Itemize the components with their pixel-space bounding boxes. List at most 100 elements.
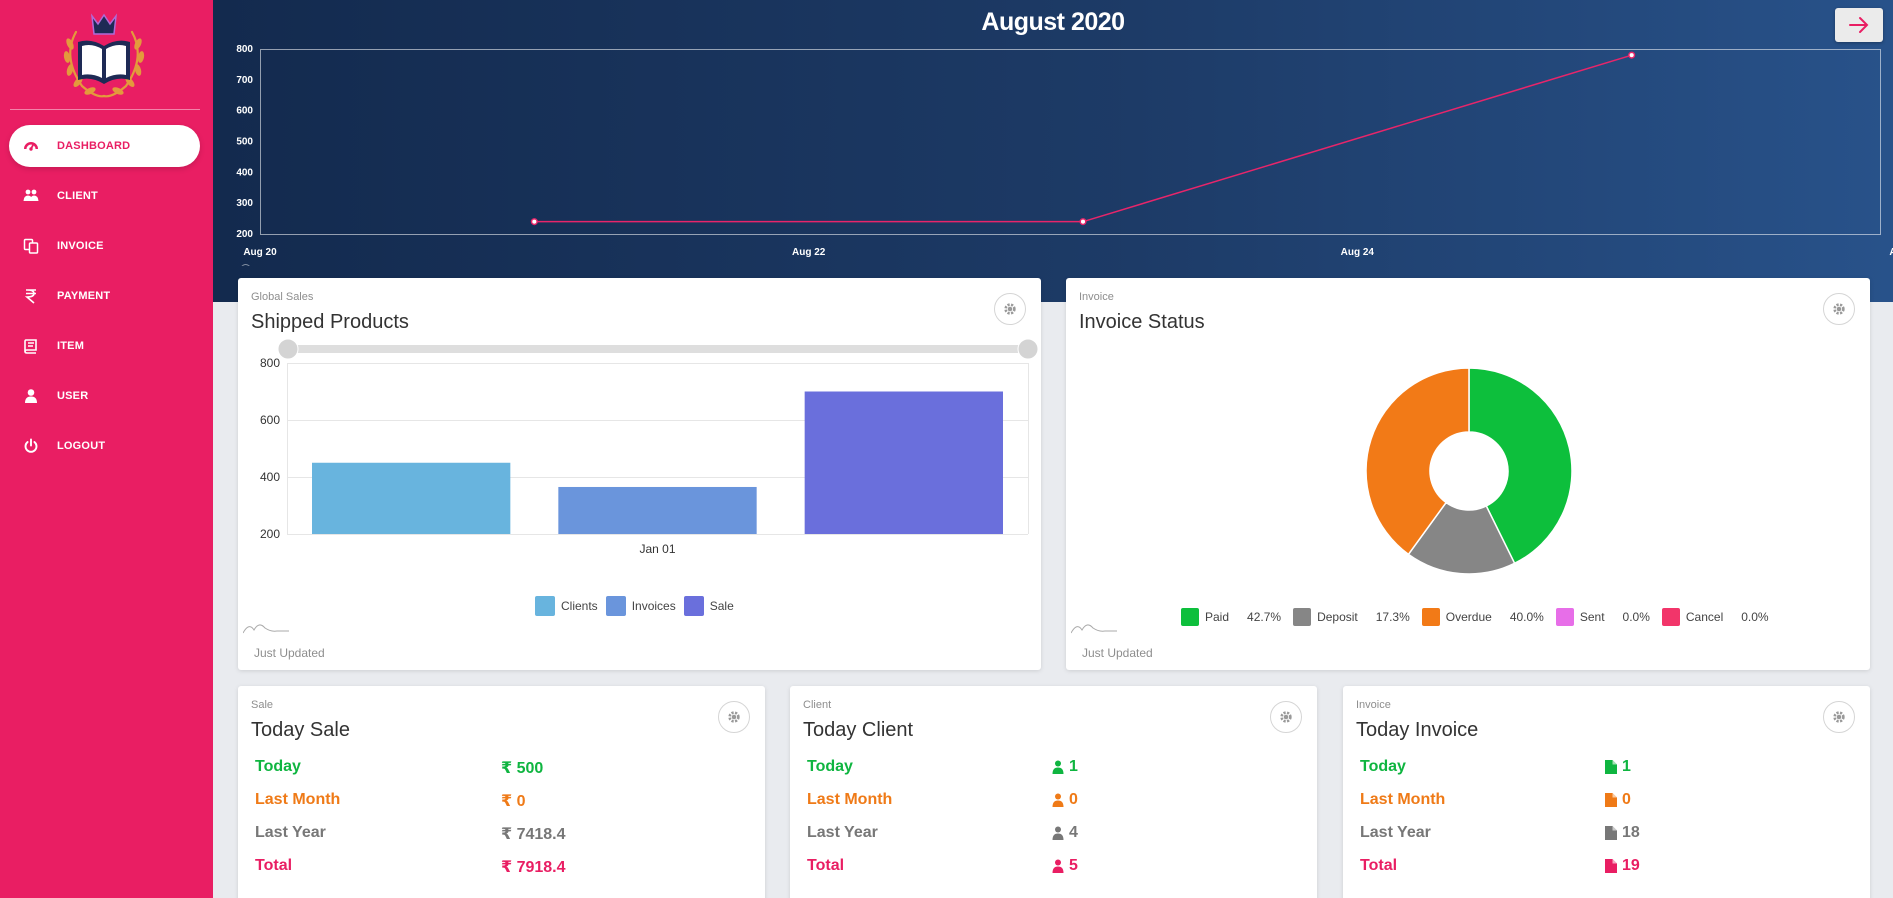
legend-item[interactable]: Sale bbox=[683, 596, 734, 616]
legend-percent: 0.0% bbox=[1622, 610, 1650, 624]
stat-value-text: 0 bbox=[1069, 791, 1078, 808]
x-tick-label: Aug 24 bbox=[1341, 247, 1375, 258]
legend-item[interactable]: Cancel 0.0% bbox=[1661, 608, 1769, 626]
stat-label: Last Year bbox=[1360, 824, 1431, 841]
stat-value: ₹ 0 bbox=[501, 791, 525, 811]
legend-item[interactable]: Deposit 17.3% bbox=[1293, 608, 1410, 626]
stat-value-text: ₹ 500 bbox=[501, 760, 544, 777]
stat-label: Total bbox=[807, 857, 845, 874]
legend-swatch bbox=[1555, 608, 1574, 626]
stat-value: 0 bbox=[1052, 791, 1078, 809]
stat-value: 1 bbox=[1605, 758, 1631, 776]
stat-row: Last Year 4 bbox=[790, 824, 1317, 854]
legend-item[interactable]: Clients bbox=[535, 596, 598, 616]
stat-row: Today 1 bbox=[790, 758, 1317, 788]
gear-icon bbox=[1280, 711, 1292, 723]
legend-percent: 40.0% bbox=[1509, 610, 1544, 624]
book-icon bbox=[21, 338, 41, 354]
rupee-icon bbox=[21, 288, 41, 304]
settings-button[interactable] bbox=[1823, 293, 1855, 325]
stat-value-text: ₹ 7418.4 bbox=[501, 826, 566, 843]
sidebar-item-label: CLIENT bbox=[57, 190, 98, 202]
stat-label: Today bbox=[255, 758, 301, 775]
sidebar-item-label: USER bbox=[57, 390, 89, 402]
stat-row: Last Month 0 bbox=[790, 791, 1317, 821]
user-icon bbox=[1052, 760, 1064, 774]
y-tick-label: 600 bbox=[236, 106, 253, 117]
y-tick-label: 600 bbox=[260, 413, 280, 427]
stat-row: Last Month 0 bbox=[1343, 791, 1870, 821]
legend-swatch bbox=[535, 596, 555, 616]
stat-row: Last Month ₹ 0 bbox=[238, 791, 765, 821]
sidebar-item-user[interactable]: USER bbox=[9, 375, 200, 417]
stat-value-text: 1 bbox=[1069, 758, 1078, 775]
card-category: Sale bbox=[251, 699, 274, 711]
y-tick-label: 400 bbox=[236, 167, 253, 178]
file-icon bbox=[1605, 859, 1617, 873]
app-logo[interactable] bbox=[56, 12, 152, 102]
sidebar-item-invoice[interactable]: INVOICE bbox=[9, 225, 200, 267]
legend-item[interactable]: Overdue 40.0% bbox=[1421, 608, 1544, 626]
legend-item[interactable]: Sent 0.0% bbox=[1555, 608, 1650, 626]
stat-value-text: ₹ 7918.4 bbox=[501, 859, 566, 876]
bar-chart: 200 400 600 800 Jan 01 bbox=[260, 338, 1039, 556]
range-slider-track bbox=[288, 345, 1028, 353]
gear-icon bbox=[1833, 303, 1845, 315]
legend-percent: 0.0% bbox=[1741, 610, 1769, 624]
card-footer: Just Updated bbox=[254, 646, 325, 660]
legend-item[interactable]: Paid 42.7% bbox=[1181, 608, 1281, 626]
stat-row: Last Year ₹ 7418.4 bbox=[238, 824, 765, 854]
legend-label: Cancel bbox=[1685, 610, 1724, 624]
users-icon bbox=[21, 188, 41, 204]
stat-label: Last Month bbox=[807, 791, 893, 808]
header-panel: August 2020 200 300 400 500 600 700 800 Aug 20 A… bbox=[213, 0, 1893, 302]
chart-area-icon bbox=[241, 264, 250, 266]
legend-swatch bbox=[1181, 608, 1199, 626]
chart-area-icon bbox=[243, 624, 289, 634]
card-category: Invoice bbox=[1356, 699, 1391, 711]
stat-value: 5 bbox=[1052, 857, 1078, 875]
sidebar-item-logout[interactable]: LOGOUT bbox=[9, 425, 200, 467]
range-slider-handle-left bbox=[277, 338, 299, 360]
tachometer-icon bbox=[21, 138, 41, 154]
card-title: Invoice Status bbox=[1079, 311, 1205, 333]
settings-button[interactable] bbox=[1270, 701, 1302, 733]
y-tick-label: 200 bbox=[260, 527, 280, 541]
stat-value: 0 bbox=[1605, 791, 1631, 809]
sidebar-item-client[interactable]: CLIENT bbox=[9, 175, 200, 217]
card-title: Shipped Products bbox=[251, 311, 409, 333]
stat-row: Total ₹ 7918.4 bbox=[238, 857, 765, 887]
y-tick-label: 300 bbox=[236, 198, 253, 209]
stat-label: Last Month bbox=[1360, 791, 1446, 808]
stat-row: Total 5 bbox=[790, 857, 1317, 887]
legend-swatch bbox=[605, 596, 626, 616]
y-tick-label: 700 bbox=[236, 75, 253, 86]
stat-label: Total bbox=[255, 857, 293, 874]
user-icon bbox=[21, 388, 41, 404]
x-tick-label: Jan 01 bbox=[639, 542, 675, 556]
stat-value-text: 5 bbox=[1069, 857, 1078, 874]
settings-button[interactable] bbox=[718, 701, 750, 733]
sidebar-item-dashboard[interactable]: DASHBOARD bbox=[9, 125, 200, 167]
settings-button[interactable] bbox=[994, 293, 1026, 325]
sidebar-item-payment[interactable]: PAYMENT bbox=[9, 275, 200, 317]
legend-label: Overdue bbox=[1445, 610, 1492, 624]
sidebar-item-label: INVOICE bbox=[57, 240, 104, 252]
sidebar-item-item[interactable]: ITEM bbox=[9, 325, 200, 367]
stat-row: Total 19 bbox=[1343, 857, 1870, 887]
logo-divider bbox=[10, 109, 200, 110]
stat-value: 4 bbox=[1052, 824, 1078, 842]
pie-chart-legend: Paid 42.7% Deposit 17.3% Overdue 40.0% Sent 0.0… bbox=[1181, 608, 1781, 626]
settings-button[interactable] bbox=[1823, 701, 1855, 733]
legend-percent: 42.7% bbox=[1247, 610, 1282, 624]
legend-label: Sent bbox=[1579, 610, 1605, 624]
legend-item[interactable]: Invoices bbox=[605, 596, 676, 616]
legend-label: Clients bbox=[561, 599, 598, 613]
sidebar-item-label: ITEM bbox=[57, 340, 85, 352]
stat-value: 18 bbox=[1605, 824, 1640, 842]
stat-label: Total bbox=[1360, 857, 1398, 874]
stat-row: Today 1 bbox=[1343, 758, 1870, 788]
stat-row: Today ₹ 500 bbox=[238, 758, 765, 788]
copy-icon bbox=[21, 238, 41, 254]
plot-area bbox=[260, 49, 1881, 235]
